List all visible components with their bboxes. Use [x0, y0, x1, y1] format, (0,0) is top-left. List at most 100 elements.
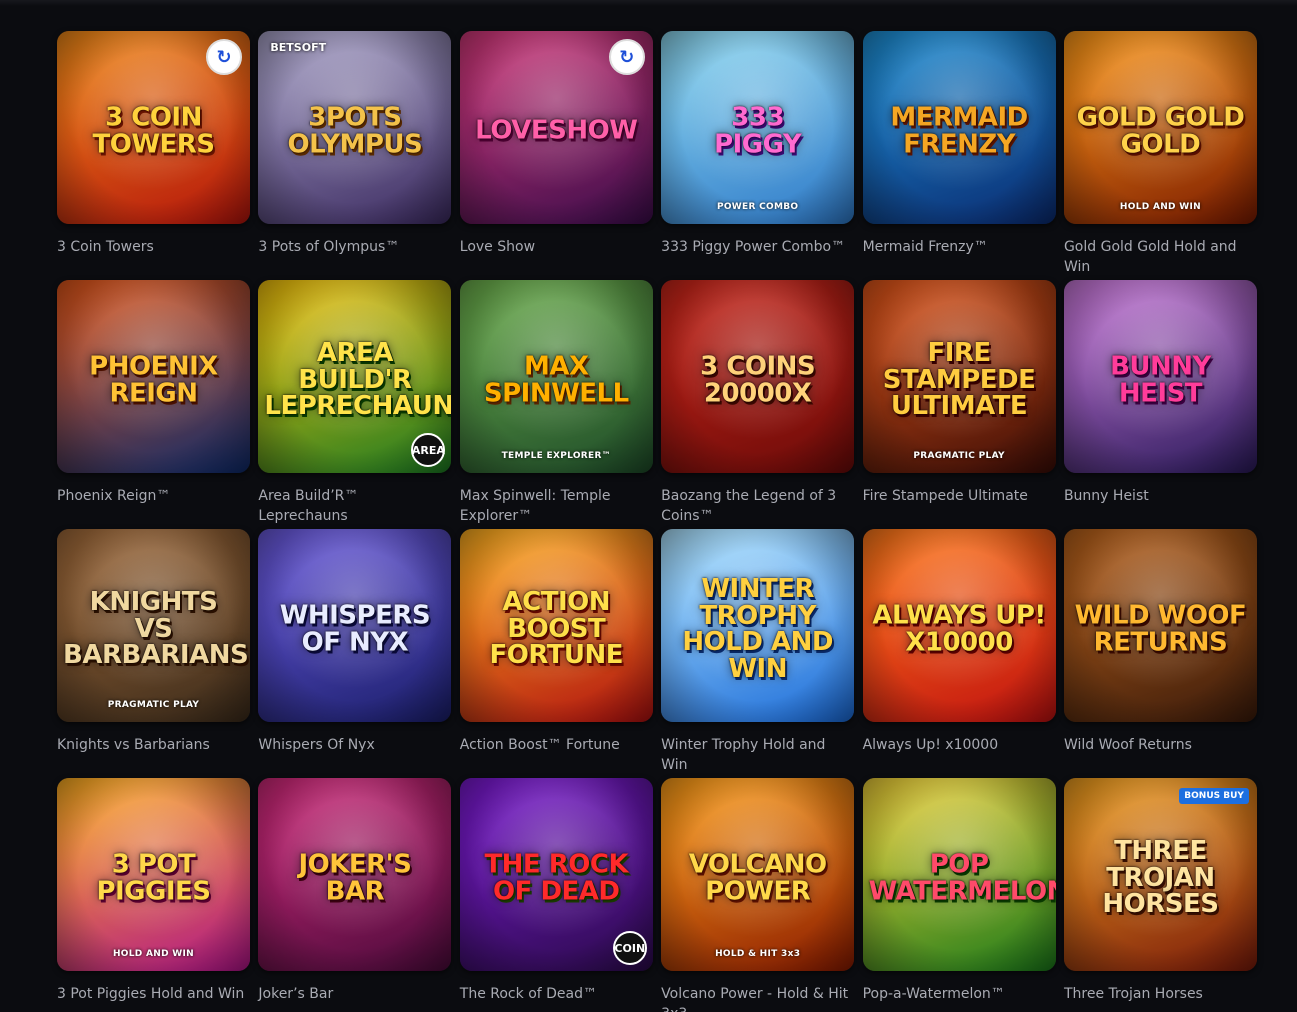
game-thumbnail[interactable]: GOLD GOLD GOLD HOLD AND WIN [1063, 31, 1257, 224]
game-card[interactable]: PHOENIX REIGN Phoenix Reign™ [57, 280, 250, 529]
game-title[interactable]: 333 Piggy Power Combo™ [661, 237, 854, 257]
game-logo-subtag: PRAGMATIC PLAY [913, 451, 1005, 461]
game-thumbnail[interactable]: MERMAID FRENZY [862, 31, 1056, 224]
game-logo-text: PHOENIX REIGN [89, 351, 218, 409]
game-title[interactable]: 3 Coin Towers [57, 237, 250, 257]
game-title[interactable]: Pop-a-Watermelon™ [863, 984, 1056, 1004]
game-card[interactable]: KNIGHTS VS BARBARIANS PRAGMATIC PLAY Knigh… [57, 529, 250, 778]
game-title[interactable]: Winter Trophy Hold and Win [661, 735, 854, 775]
game-logo-text: 3 COIN TOWERS [92, 102, 215, 160]
game-logo-text: BUNNY HEIST [1110, 351, 1211, 409]
game-card[interactable]: 3 POT PIGGIES HOLD AND WIN 3 Pot Piggies H… [57, 778, 250, 1012]
game-card[interactable]: THREE TROJAN HORSES BONUS BUY Three Trojan… [1063, 778, 1257, 1012]
game-title[interactable]: Max Spinwell: Temple Explorer™ [460, 486, 653, 526]
game-title[interactable]: Fire Stampede Ultimate [863, 486, 1056, 506]
game-thumbnail[interactable]: WILD WOOF RETURNS [1063, 529, 1257, 722]
game-thumbnail[interactable]: 3 POT PIGGIES HOLD AND WIN [57, 778, 250, 971]
game-title[interactable]: Knights vs Barbarians [57, 735, 250, 755]
game-thumbnail[interactable]: FIRE STAMPEDE ULTIMATE PRAGMATIC PLAY [862, 280, 1056, 473]
game-title[interactable]: Gold Gold Gold Hold and Win [1064, 237, 1257, 277]
game-thumbnail[interactable]: PHOENIX REIGN [57, 280, 250, 473]
game-title[interactable]: Love Show [460, 237, 653, 257]
game-thumbnail[interactable]: ALWAYS UP! X10000 [862, 529, 1056, 722]
game-logo-subtag: TEMPLE EXPLORER™ [501, 451, 611, 461]
game-card[interactable]: THE ROCK OF DEAD COIN The Rock of Dead™ [459, 778, 653, 1012]
game-title[interactable]: Whispers Of Nyx [258, 735, 451, 755]
game-card[interactable]: 333 PIGGY POWER COMBO 333 Piggy Power Comb… [661, 31, 855, 280]
provider-label: BETSOFT [270, 41, 327, 54]
game-logo-text: VOLCANO POWER [688, 849, 827, 907]
game-title[interactable]: 3 Pots of Olympus™ [258, 237, 451, 257]
game-thumbnail[interactable]: THREE TROJAN HORSES BONUS BUY [1063, 778, 1257, 971]
game-title[interactable]: Mermaid Frenzy™ [863, 237, 1056, 257]
game-card[interactable]: JOKER'S BAR Joker’s Bar [258, 778, 452, 1012]
game-title[interactable]: Bunny Heist [1064, 486, 1257, 506]
game-title[interactable]: Area Build’R™ Leprechauns [258, 486, 451, 526]
game-thumbnail[interactable]: 3 COINS 20000X [661, 280, 855, 473]
game-card[interactable]: MAX SPINWELL TEMPLE EXPLORER™ Max Spinwell… [459, 280, 653, 529]
game-logo-text: AREA BUILD'R LEPRECHAUNS [264, 338, 452, 422]
game-thumbnail[interactable]: LOVESHOW ↻ [459, 31, 653, 224]
game-card[interactable]: WILD WOOF RETURNS Wild Woof Returns [1063, 529, 1257, 778]
game-logo-text: FIRE STAMPEDE ULTIMATE [882, 338, 1036, 422]
game-logo-text: WHISPERS OF NYX [279, 600, 431, 658]
game-logo-text: THE ROCK OF DEAD [484, 849, 629, 907]
game-card[interactable]: 3 COIN TOWERS ↻ 3 Coin Towers [57, 31, 250, 280]
game-logo-text: POP Watermelon [868, 849, 1056, 907]
game-title[interactable]: Action Boost™ Fortune [460, 735, 653, 755]
game-card[interactable]: WINTER TROPHY Hold and Win Winter Trophy … [661, 529, 855, 778]
game-title[interactable]: Joker’s Bar [258, 984, 451, 1004]
game-card[interactable]: ACTION BOOST FORTUNE Action Boost™ Fortun… [459, 529, 653, 778]
corner-logo-icon: COIN [612, 931, 647, 965]
game-thumbnail[interactable]: AREA BUILD'R LEPRECHAUNS AREA [258, 280, 452, 473]
game-logo-text: ALWAYS UP! X10000 [872, 600, 1046, 658]
game-grid: 3 COIN TOWERS ↻ 3 Coin Towers 3POTS OLYMPUS… [57, 31, 1257, 1012]
game-thumbnail[interactable]: JOKER'S BAR [258, 778, 452, 971]
game-logo-text: GOLD GOLD GOLD [1076, 102, 1245, 160]
game-logo-text: 3POTS OLYMPUS [287, 102, 423, 160]
game-card[interactable]: 3POTS OLYMPUS BETSOFT 3 Pots of Olympus™ [258, 31, 452, 280]
game-card[interactable]: AREA BUILD'R LEPRECHAUNS AREA Area Build’R… [258, 280, 452, 529]
game-logo-text: LOVESHOW [475, 116, 638, 147]
game-thumbnail[interactable]: 3POTS OLYMPUS BETSOFT [258, 31, 452, 224]
provider-badge-icon: ↻ [608, 39, 645, 75]
game-title[interactable]: Wild Woof Returns [1064, 735, 1257, 755]
game-logo-text: WILD WOOF RETURNS [1074, 600, 1247, 658]
game-logo-text: 3 POT PIGGIES [96, 849, 211, 907]
game-title[interactable]: The Rock of Dead™ [460, 984, 653, 1004]
game-thumbnail[interactable]: BUNNY HEIST [1063, 280, 1257, 473]
game-card[interactable]: WHISPERS OF NYX Whispers Of Nyx [258, 529, 452, 778]
game-card[interactable]: MERMAID FRENZY Mermaid Frenzy™ [862, 31, 1056, 280]
game-title[interactable]: Always Up! x10000 [863, 735, 1056, 755]
game-thumbnail[interactable]: WINTER TROPHY Hold and Win [661, 529, 855, 722]
game-card[interactable]: 3 COINS 20000X Baozang the Legend of 3 Co… [661, 280, 855, 529]
game-card[interactable]: VOLCANO POWER HOLD & HIT 3x3 Volcano Power… [661, 778, 855, 1012]
game-card[interactable]: LOVESHOW ↻ Love Show [459, 31, 653, 280]
game-title[interactable]: Baozang the Legend of 3 Coins™ [661, 486, 854, 526]
game-logo-text: ACTION BOOST FORTUNE [489, 587, 624, 671]
bonus-buy-badge: BONUS BUY [1179, 788, 1249, 804]
game-card[interactable]: FIRE STAMPEDE ULTIMATE PRAGMATIC PLAY Fire… [862, 280, 1056, 529]
game-card[interactable]: GOLD GOLD GOLD HOLD AND WIN Gold Gold Gold… [1063, 31, 1257, 280]
game-thumbnail[interactable]: ACTION BOOST FORTUNE [459, 529, 653, 722]
game-card[interactable]: BUNNY HEIST Bunny Heist [1063, 280, 1257, 529]
game-thumbnail[interactable]: THE ROCK OF DEAD COIN [459, 778, 653, 971]
game-thumbnail[interactable]: POP Watermelon [862, 778, 1056, 971]
game-thumbnail[interactable]: 3 COIN TOWERS ↻ [57, 31, 250, 224]
game-title[interactable]: Volcano Power - Hold & Hit 3x3 [661, 984, 854, 1012]
game-thumbnail[interactable]: 333 PIGGY POWER COMBO [661, 31, 855, 224]
game-title[interactable]: 3 Pot Piggies Hold and Win [57, 984, 250, 1004]
game-logo-subtag: HOLD & HIT 3x3 [715, 949, 801, 959]
provider-badge-icon: ↻ [206, 39, 242, 75]
game-thumbnail[interactable]: VOLCANO POWER HOLD & HIT 3x3 [661, 778, 855, 971]
game-thumbnail[interactable]: WHISPERS OF NYX [258, 529, 452, 722]
game-thumbnail[interactable]: MAX SPINWELL TEMPLE EXPLORER™ [459, 280, 653, 473]
game-card[interactable]: POP Watermelon Pop-a-Watermelon™ [862, 778, 1056, 1012]
game-logo-subtag: HOLD AND WIN [112, 949, 195, 959]
game-logo-text: 3 COINS 20000X [700, 351, 816, 409]
game-title[interactable]: Phoenix Reign™ [57, 486, 250, 506]
game-title[interactable]: Three Trojan Horses [1064, 984, 1257, 1004]
game-thumbnail[interactable]: KNIGHTS VS BARBARIANS PRAGMATIC PLAY [57, 529, 250, 722]
game-card[interactable]: ALWAYS UP! X10000 Always Up! x10000 [862, 529, 1056, 778]
game-logo-subtag: POWER COMBO [716, 202, 799, 212]
